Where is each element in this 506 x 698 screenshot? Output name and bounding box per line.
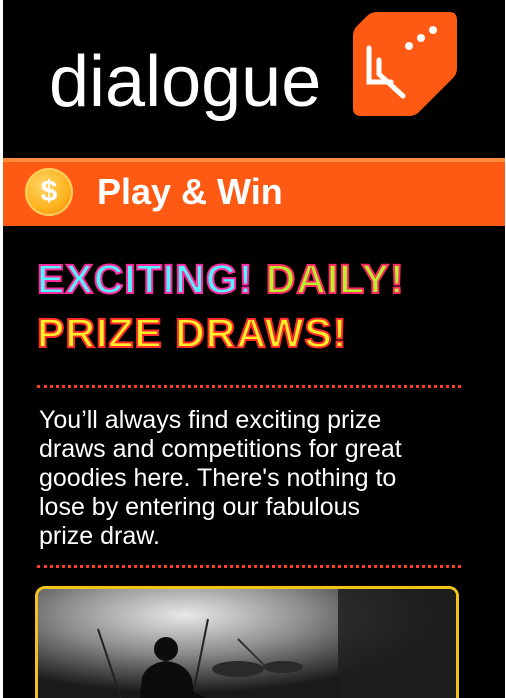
dollar-coin-icon: $ xyxy=(25,168,73,216)
body-text: You’ll always find exciting prize draws … xyxy=(39,406,469,551)
brand-name: dialogue xyxy=(49,42,322,122)
coin-symbol: $ xyxy=(40,175,58,208)
body-line: You’ll always find exciting prize xyxy=(39,406,382,434)
body-line: prize draw. xyxy=(39,522,160,550)
playbar-title: Play & Win xyxy=(97,171,283,212)
concert-photo-image xyxy=(38,589,456,698)
headline-line-2: PRIZE DRAWS! xyxy=(36,309,348,357)
play-and-win-bar[interactable]: $ Play & Win xyxy=(3,158,505,226)
screen: dialogue $ Play & Win EXCITING! DAILY! P… xyxy=(3,0,505,698)
headline-daily: DAILY! xyxy=(265,255,405,303)
concert-photo[interactable] xyxy=(35,586,459,698)
divider-top xyxy=(37,385,461,388)
headline: EXCITING! DAILY! PRIZE DRAWS! xyxy=(36,252,487,360)
brand-header: dialogue xyxy=(3,0,505,158)
playbar-top-line xyxy=(3,158,505,162)
body-line: goodies here. There's nothing to xyxy=(39,464,397,492)
body-line: draws and competitions for great xyxy=(39,435,402,463)
headline-exciting: EXCITING! xyxy=(36,255,254,303)
headline-line-1: EXCITING! DAILY! xyxy=(36,252,487,306)
divider-bottom xyxy=(37,565,461,568)
body-line: lose by entering our fabulous xyxy=(39,493,361,521)
dialogue-logo-icon xyxy=(353,12,457,116)
